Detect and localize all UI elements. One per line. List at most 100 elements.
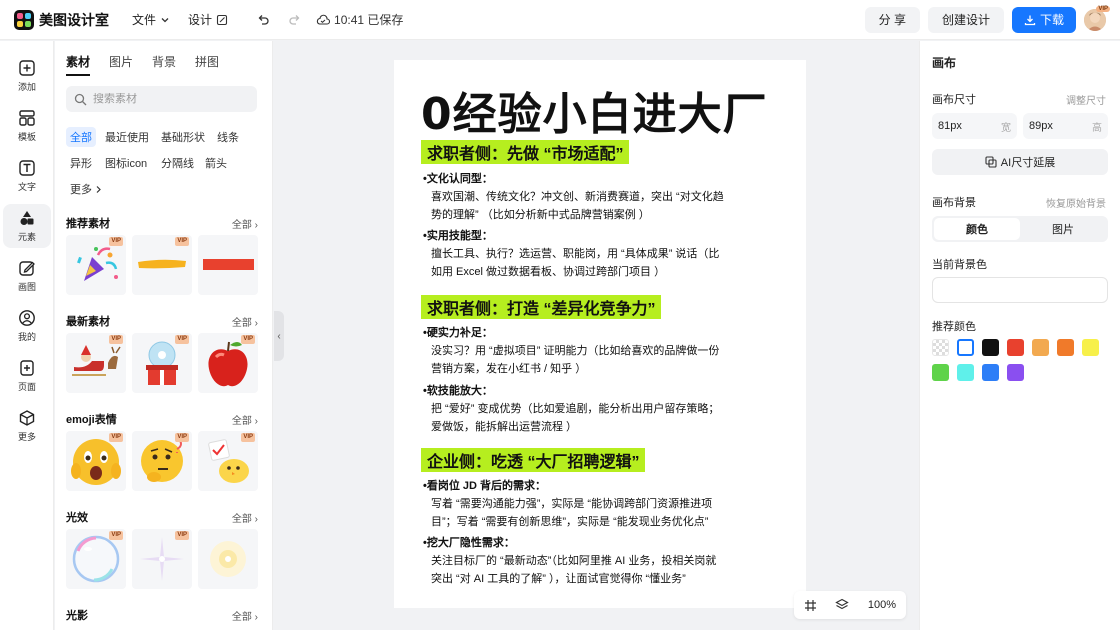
see-all-light-shadow[interactable]: 全部 › bbox=[232, 608, 258, 623]
redo-button[interactable] bbox=[288, 13, 302, 27]
tab-materials[interactable]: 素材 bbox=[66, 53, 91, 76]
restore-bg-link[interactable]: 恢复原始背景 bbox=[1046, 195, 1106, 210]
save-status-text: 10:41 已保存 bbox=[334, 13, 404, 27]
undo-button[interactable] bbox=[256, 13, 270, 27]
chip-recent[interactable]: 最近使用 bbox=[101, 127, 153, 147]
asset-red-apple[interactable]: VIP bbox=[198, 333, 258, 393]
asset-party-popper[interactable]: VIP bbox=[66, 235, 126, 295]
rail-item-mine[interactable]: 我的 bbox=[3, 304, 51, 348]
rail-item-more[interactable]: 更多 bbox=[3, 404, 51, 448]
color-swatch[interactable] bbox=[1007, 339, 1024, 356]
rail-item-template[interactable]: 模板 bbox=[3, 104, 51, 148]
doc-line[interactable]: •看岗位 JD 背后的需求： bbox=[423, 477, 546, 495]
bg-type-color[interactable]: 颜色 bbox=[934, 218, 1020, 240]
asset-red-bar[interactable] bbox=[198, 235, 258, 295]
color-swatch[interactable] bbox=[982, 339, 999, 356]
color-swatch[interactable] bbox=[957, 364, 974, 381]
color-swatch[interactable] bbox=[1057, 339, 1074, 356]
asset-emoji-shocked[interactable]: VIP bbox=[66, 431, 126, 491]
doc-line[interactable]: •文化认同型： bbox=[423, 170, 493, 188]
chip-basic-shapes[interactable]: 基础形状 bbox=[157, 127, 209, 147]
vip-badge: VIP bbox=[241, 335, 255, 344]
search-input[interactable] bbox=[93, 93, 243, 105]
chip-more[interactable]: 更多 bbox=[66, 179, 106, 199]
color-swatch[interactable] bbox=[1082, 339, 1099, 356]
doc-line[interactable]: 势的理解” （比如分析新中式品牌营销案例 ） bbox=[431, 206, 650, 224]
doc-line[interactable]: 没实习？用 “虚拟项目” 证明能力（比如给喜欢的品牌做一份 bbox=[431, 342, 719, 360]
chip-lines[interactable]: 线条 bbox=[213, 127, 243, 147]
zoom-level[interactable]: 100% bbox=[868, 599, 896, 611]
doc-line[interactable]: 喜欢国潮、传统文化？冲文创、新消费赛道，突出 “对文化趋 bbox=[431, 188, 724, 206]
chip-dividers[interactable]: 分隔线 bbox=[157, 153, 198, 173]
rail-label-text: 文字 bbox=[17, 182, 36, 192]
doc-line[interactable]: 爱做饭，能拆解出运营流程 ） bbox=[431, 418, 577, 436]
left-rail: 添加 模板 文字 元素 画图 我的 页面 更多 bbox=[0, 41, 54, 630]
color-swatch[interactable] bbox=[982, 364, 999, 381]
chip-all[interactable]: 全部 bbox=[66, 127, 96, 147]
color-swatch[interactable] bbox=[932, 364, 949, 381]
file-menu[interactable]: 文件 bbox=[132, 11, 170, 28]
rail-item-text[interactable]: 文字 bbox=[3, 154, 51, 198]
rail-item-pages[interactable]: 页面 bbox=[3, 354, 51, 398]
tab-images[interactable]: 图片 bbox=[109, 53, 133, 70]
tab-backgrounds[interactable]: 背景 bbox=[152, 53, 176, 70]
doc-line[interactable]: •实用技能型： bbox=[423, 227, 493, 245]
asset-glow[interactable] bbox=[198, 529, 258, 589]
see-all-recommended[interactable]: 全部 › bbox=[232, 216, 258, 231]
chip-icons[interactable]: 图标icon bbox=[101, 153, 151, 173]
download-button[interactable]: 下载 bbox=[1011, 6, 1076, 33]
asset-sleigh[interactable]: VIP bbox=[66, 333, 126, 393]
doc-line[interactable]: 营销方案，发在小红书 / 知乎 ） bbox=[431, 360, 586, 378]
document-title[interactable]: 0经验小白进大厂 bbox=[421, 78, 768, 142]
doc-line[interactable]: 擅长工具、执行？选运营、职能岗，用 “具体成果” 说话（比 bbox=[431, 245, 719, 263]
asset-sparkle[interactable]: VIP bbox=[132, 529, 192, 589]
height-field[interactable]: 89px 高 bbox=[1023, 113, 1108, 139]
current-bg-swatch[interactable] bbox=[932, 277, 1108, 303]
asset-emoji-chick[interactable]: VIP bbox=[198, 431, 258, 491]
adjust-size-link[interactable]: 调整尺寸 bbox=[1066, 92, 1106, 107]
color-swatch[interactable] bbox=[957, 339, 974, 356]
tab-collage[interactable]: 拼图 bbox=[195, 53, 219, 70]
bg-type-image[interactable]: 图片 bbox=[1020, 218, 1106, 240]
doc-line[interactable]: •硬实力补足： bbox=[423, 324, 493, 342]
section-heading-1[interactable]: 求职者侧：先做 “市场适配” bbox=[421, 140, 630, 164]
width-field[interactable]: 81px 宽 bbox=[932, 113, 1017, 139]
asset-gift-globe[interactable]: VIP bbox=[132, 333, 192, 393]
color-swatch[interactable] bbox=[1032, 339, 1049, 356]
grid-icon[interactable] bbox=[804, 599, 817, 612]
rail-item-draw[interactable]: 画图 bbox=[3, 254, 51, 298]
rail-item-add[interactable]: 添加 bbox=[3, 54, 51, 98]
color-swatch[interactable] bbox=[932, 339, 949, 356]
app-logo[interactable]: 美图设计室 bbox=[14, 9, 109, 30]
section-heading-2[interactable]: 求职者侧：打造 “差异化竞争力” bbox=[421, 295, 662, 319]
color-swatch[interactable] bbox=[1007, 364, 1024, 381]
layers-icon[interactable] bbox=[835, 598, 850, 612]
doc-line[interactable]: 写着 “需要沟通能力强”，实际是 “能协调跨部门资源推进项 bbox=[431, 495, 712, 513]
chip-irregular[interactable]: 异形 bbox=[66, 153, 96, 173]
see-all-emoji[interactable]: 全部 › bbox=[232, 412, 258, 427]
rail-item-elements[interactable]: 元素 bbox=[3, 204, 51, 248]
rail-label-mine: 我的 bbox=[17, 332, 36, 342]
edit-icon bbox=[216, 14, 228, 25]
see-all-light-effects[interactable]: 全部 › bbox=[232, 510, 258, 525]
doc-line[interactable]: 如用 Excel 做过数据看板、协调过跨部门项目 ） bbox=[431, 263, 665, 281]
doc-line[interactable]: •软技能放大： bbox=[423, 382, 493, 400]
create-design-button[interactable]: 创建设计 bbox=[927, 6, 1004, 33]
see-all-latest[interactable]: 全部 › bbox=[232, 314, 258, 329]
design-page[interactable]: 0经验小白进大厂 求职者侧：先做 “市场适配” •文化认同型： 喜欢国潮、传统文… bbox=[394, 60, 806, 608]
share-button[interactable]: 分 享 bbox=[864, 6, 920, 33]
doc-line[interactable]: 突出 “对 AI 工具的了解” ），让面试官觉得你 “懂业务” bbox=[431, 570, 686, 588]
doc-line[interactable]: 把 “爱好” 变成优势（比如爱追剧，能分析出用户留存策略； bbox=[431, 400, 719, 418]
doc-line[interactable]: 关注目标厂的 “最新动态”（比如阿里推 AI 业务，投相关岗就 bbox=[431, 552, 716, 570]
doc-line[interactable]: 目”；写着 “需要有创新思维”，实际是 “能发现业务优化点” bbox=[431, 513, 708, 531]
asset-yellow-brush[interactable]: VIP bbox=[132, 235, 192, 295]
design-menu[interactable]: 设计 bbox=[188, 11, 228, 28]
ai-extend-button[interactable]: AI尺寸延展 bbox=[932, 149, 1108, 175]
user-avatar-button[interactable]: VIP bbox=[1084, 5, 1110, 31]
doc-line[interactable]: •挖大厂隐性需求： bbox=[423, 534, 515, 552]
chip-arrows[interactable]: 箭头 bbox=[201, 153, 231, 173]
section-heading-3[interactable]: 企业侧：吃透 “大厂招聘逻辑” bbox=[421, 448, 646, 472]
asset-bubble[interactable]: VIP bbox=[66, 529, 126, 589]
collapse-panel-button[interactable]: ‹ bbox=[274, 311, 284, 361]
asset-emoji-thinking[interactable]: VIP bbox=[132, 431, 192, 491]
